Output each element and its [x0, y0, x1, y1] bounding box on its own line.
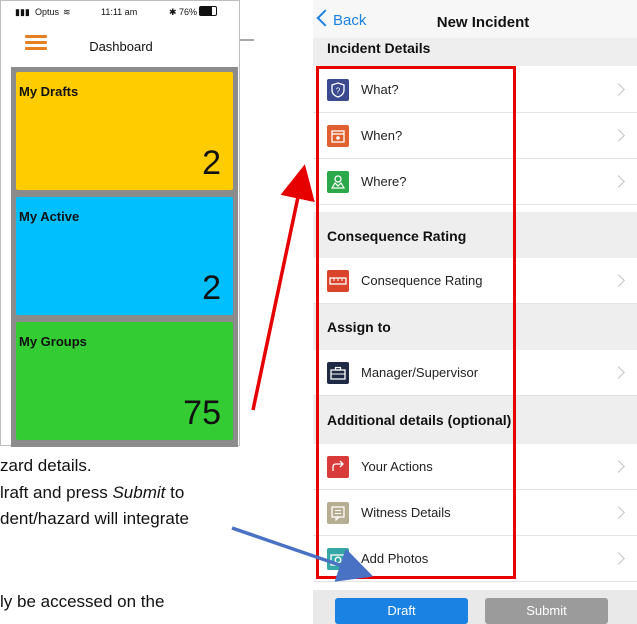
- doc-text-line-2-emphasis: Submit: [112, 483, 166, 502]
- back-button[interactable]: Back: [316, 9, 367, 29]
- battery-percent: 76%: [179, 7, 198, 17]
- doc-text-line-3: dent/hazard will integrate: [0, 509, 190, 528]
- status-bar: ▮▮▮ Optus ≋ 11:11 am ✱ 76%: [1, 1, 241, 23]
- chevron-right-icon: [612, 506, 625, 519]
- back-label: Back: [333, 12, 367, 29]
- wifi-icon: ≋: [63, 7, 71, 17]
- bluetooth-icon: ✱: [169, 7, 177, 17]
- chevron-right-icon: [612, 366, 625, 379]
- signal-icon: ▮▮▮: [15, 7, 30, 17]
- dashboard-tiles: My Drafts 2 My Active 2 My Groups 75: [11, 67, 238, 447]
- dashboard-screenshot: ▮▮▮ Optus ≋ 11:11 am ✱ 76% Dashboard My …: [0, 0, 241, 447]
- tile-my-drafts[interactable]: My Drafts 2: [16, 72, 233, 190]
- doc-text-line-2: lraft and press Submit to: [0, 483, 184, 503]
- battery-icon: [199, 6, 217, 16]
- draft-button[interactable]: Draft: [335, 598, 468, 624]
- doc-text-line-1: zard details.: [0, 456, 92, 475]
- tile-my-active[interactable]: My Active 2: [16, 197, 233, 315]
- highlight-box: [316, 66, 516, 579]
- doc-text-line-2-suffix: to: [165, 483, 185, 502]
- doc-text-line-4: ly be accessed on the: [0, 592, 165, 611]
- chevron-left-icon: [316, 9, 334, 27]
- submit-button[interactable]: Submit: [485, 598, 608, 624]
- carrier-label: Optus: [35, 7, 60, 17]
- nav-bar: Back New Incident: [313, 0, 637, 38]
- tile-label: My Groups: [19, 334, 87, 349]
- tile-label: My Active: [19, 209, 80, 224]
- doc-text-line-2-prefix: lraft and press: [0, 483, 113, 502]
- chevron-right-icon: [612, 129, 625, 142]
- chevron-right-icon: [612, 175, 625, 188]
- tile-count: 2: [202, 144, 221, 182]
- clock: 11:11 am: [101, 7, 138, 17]
- tile-count: 75: [183, 394, 221, 432]
- tile-label: My Drafts: [19, 84, 79, 99]
- menu-icon[interactable]: [25, 35, 47, 51]
- chevron-right-icon: [612, 83, 625, 96]
- chevron-right-icon: [612, 552, 625, 565]
- tile-my-groups[interactable]: My Groups 75: [16, 322, 233, 440]
- page-title: Dashboard: [89, 39, 153, 54]
- red-arrow: [251, 164, 315, 411]
- chevron-right-icon: [612, 460, 625, 473]
- chevron-right-icon: [612, 274, 625, 287]
- bottom-action-bar: Draft Submit: [313, 590, 637, 624]
- page-title: New Incident: [436, 14, 530, 31]
- section-header-incident-details: Incident Details: [313, 38, 637, 66]
- tile-count: 2: [202, 269, 221, 307]
